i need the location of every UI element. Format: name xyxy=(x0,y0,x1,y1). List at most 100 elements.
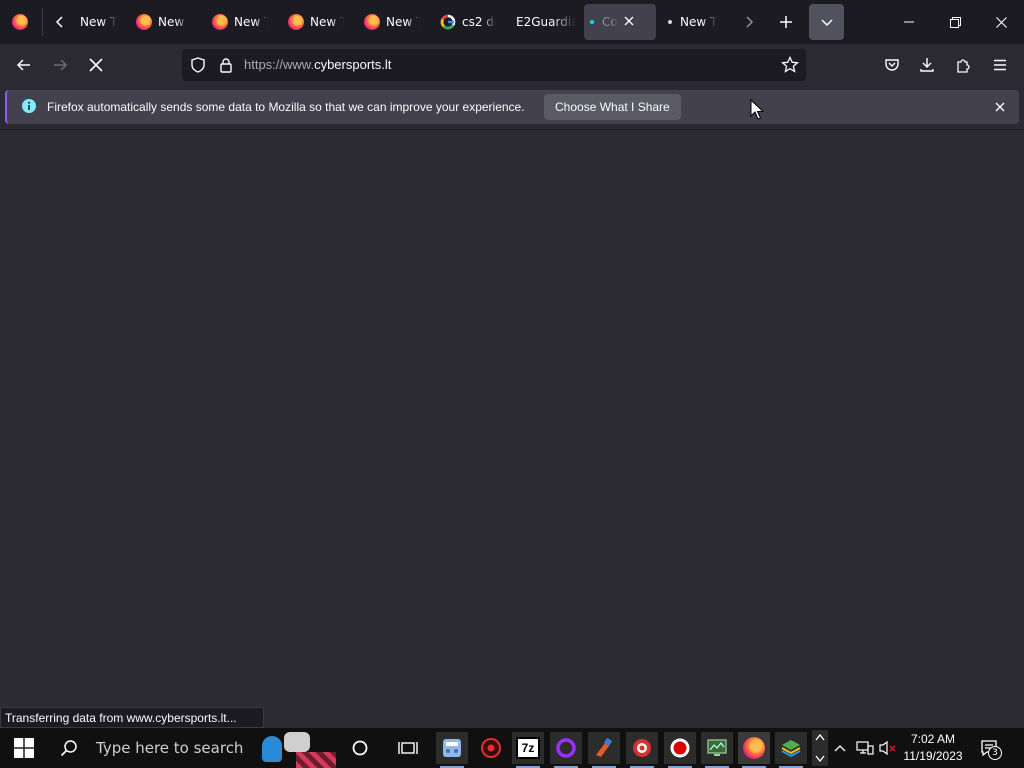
network-tray-icon[interactable] xyxy=(855,738,875,758)
close-window-button[interactable] xyxy=(978,0,1024,44)
list-all-tabs-button[interactable] xyxy=(809,4,844,40)
tab-label: New T xyxy=(680,15,718,29)
address-bar[interactable]: https://www.cybersports.lt xyxy=(182,49,806,81)
puzzle-icon xyxy=(957,59,970,73)
chevron-down-icon xyxy=(820,19,833,27)
speaker-muted-icon xyxy=(879,740,896,756)
extensions-button[interactable] xyxy=(948,49,980,81)
search-highlight-illustration xyxy=(262,728,338,768)
record-icon xyxy=(670,738,690,758)
tab-new-tab-5[interactable]: New T xyxy=(364,4,420,40)
pocket-icon xyxy=(885,59,899,71)
chevron-up-icon xyxy=(815,733,825,741)
url-text[interactable]: https://www.cybersports.lt xyxy=(244,57,391,72)
lock-icon[interactable] xyxy=(218,57,234,73)
tab-cs2[interactable]: cs2 de xyxy=(440,4,496,40)
search-placeholder: Type here to search xyxy=(96,739,244,757)
hamburger-menu-icon xyxy=(994,59,1006,71)
calculator-app-icon xyxy=(443,739,461,757)
action-center-button[interactable]: 3 xyxy=(976,738,1002,760)
stop-loading-button[interactable] xyxy=(80,49,112,81)
minimize-icon xyxy=(904,21,914,23)
mouse-cursor-icon xyxy=(750,99,764,120)
tab-new-tab-2[interactable]: New T xyxy=(136,4,188,40)
arrow-right-icon xyxy=(54,59,68,71)
taskbar-app-red-gear[interactable] xyxy=(475,732,507,764)
tab-new-tab-3[interactable]: New T xyxy=(212,4,268,40)
firefox-icon xyxy=(12,14,28,30)
taskbar-app-red-round[interactable] xyxy=(626,732,658,768)
chess-piece-icon xyxy=(262,736,282,762)
firefox-icon xyxy=(212,14,228,30)
url-scheme: https://www. xyxy=(244,57,315,72)
checkerboard-icon xyxy=(296,752,336,768)
download-icon xyxy=(920,58,934,72)
chevron-right-icon xyxy=(746,16,754,28)
red-round-app-icon xyxy=(633,739,651,757)
brush-app-icon xyxy=(596,737,613,757)
taskbar-app-monitor[interactable] xyxy=(701,732,733,768)
scroll-tabs-left-button[interactable] xyxy=(44,4,76,40)
gear-app-icon xyxy=(481,738,501,758)
taskbar-app-bluestacks[interactable] xyxy=(775,732,807,768)
taskbar-app-firefox[interactable] xyxy=(738,732,770,768)
tab-label: New T xyxy=(80,15,118,29)
downloads-button[interactable] xyxy=(911,49,943,81)
cortana-button[interactable] xyxy=(344,732,376,764)
close-icon xyxy=(995,102,1005,112)
tab-strip: New T New T New T New T New T cs2 de E2G… xyxy=(0,0,1024,44)
taskbar-app-7zip[interactable]: 7z xyxy=(512,732,544,768)
tab-cybersports-active[interactable]: Co xyxy=(584,4,656,40)
new-tab-button[interactable] xyxy=(770,4,802,40)
menu-button[interactable] xyxy=(984,49,1016,81)
tab-new-tab-4[interactable]: New T xyxy=(288,4,344,40)
shield-icon[interactable] xyxy=(190,57,206,73)
firefox-icon xyxy=(364,14,380,30)
taskbar-search-box[interactable]: Type here to search xyxy=(48,728,258,768)
info-icon xyxy=(22,99,36,113)
tab-label: New T xyxy=(234,15,268,29)
firefox-icon xyxy=(288,14,304,30)
loading-dot-icon xyxy=(590,20,594,24)
tab-e2guardian[interactable]: E2Guardia xyxy=(516,4,576,40)
arrow-left-icon xyxy=(16,59,30,71)
taskbar-app-ccleaner[interactable] xyxy=(588,732,620,768)
forward-button[interactable] xyxy=(44,49,76,81)
star-icon[interactable] xyxy=(781,56,799,74)
google-icon xyxy=(440,14,456,30)
close-icon[interactable] xyxy=(624,14,634,30)
taskbar-app-calculator[interactable] xyxy=(436,732,468,768)
notification-count-badge: 3 xyxy=(988,746,1002,760)
circle-icon xyxy=(352,740,368,756)
choose-what-i-share-button[interactable]: Choose What I Share xyxy=(544,94,681,120)
start-button[interactable] xyxy=(8,732,40,764)
taskbar-scroller[interactable] xyxy=(812,730,828,766)
divider xyxy=(42,8,43,36)
taskbar-clock[interactable]: 7:02 AM 11/19/2023 xyxy=(898,731,968,765)
restore-button[interactable] xyxy=(932,0,978,44)
chevron-down-icon xyxy=(815,755,825,763)
tab-label: New T xyxy=(158,15,188,29)
tab-label: cs2 de xyxy=(462,15,496,29)
taskbar-app-obs-record[interactable] xyxy=(664,732,696,768)
notification-text: Firefox automatically sends some data to… xyxy=(47,100,525,114)
purple-ring-app-icon xyxy=(556,738,576,758)
volume-tray-icon[interactable] xyxy=(878,738,898,758)
monitor-app-icon xyxy=(707,739,727,756)
dot-icon xyxy=(668,20,672,24)
minimize-button[interactable] xyxy=(886,0,932,44)
taskbar-app-purple-ring[interactable] xyxy=(550,732,582,768)
close-notification-button[interactable] xyxy=(990,97,1010,117)
show-hidden-icons-button[interactable] xyxy=(830,738,850,758)
scroll-tabs-right-button[interactable] xyxy=(733,4,765,40)
tab-new-tab-1[interactable]: New T xyxy=(80,4,120,40)
page-content-area xyxy=(0,129,1024,728)
pocket-button[interactable] xyxy=(876,49,908,81)
firefox-view-button[interactable] xyxy=(4,4,36,40)
firefox-icon xyxy=(136,14,152,30)
windows-taskbar: Type here to search 7z 7:02 AM 11/19/202… xyxy=(0,728,1024,768)
network-icon xyxy=(856,741,874,755)
tab-new-tab-6[interactable]: New T xyxy=(662,4,726,40)
back-button[interactable] xyxy=(8,49,40,81)
task-view-button[interactable] xyxy=(392,732,424,764)
